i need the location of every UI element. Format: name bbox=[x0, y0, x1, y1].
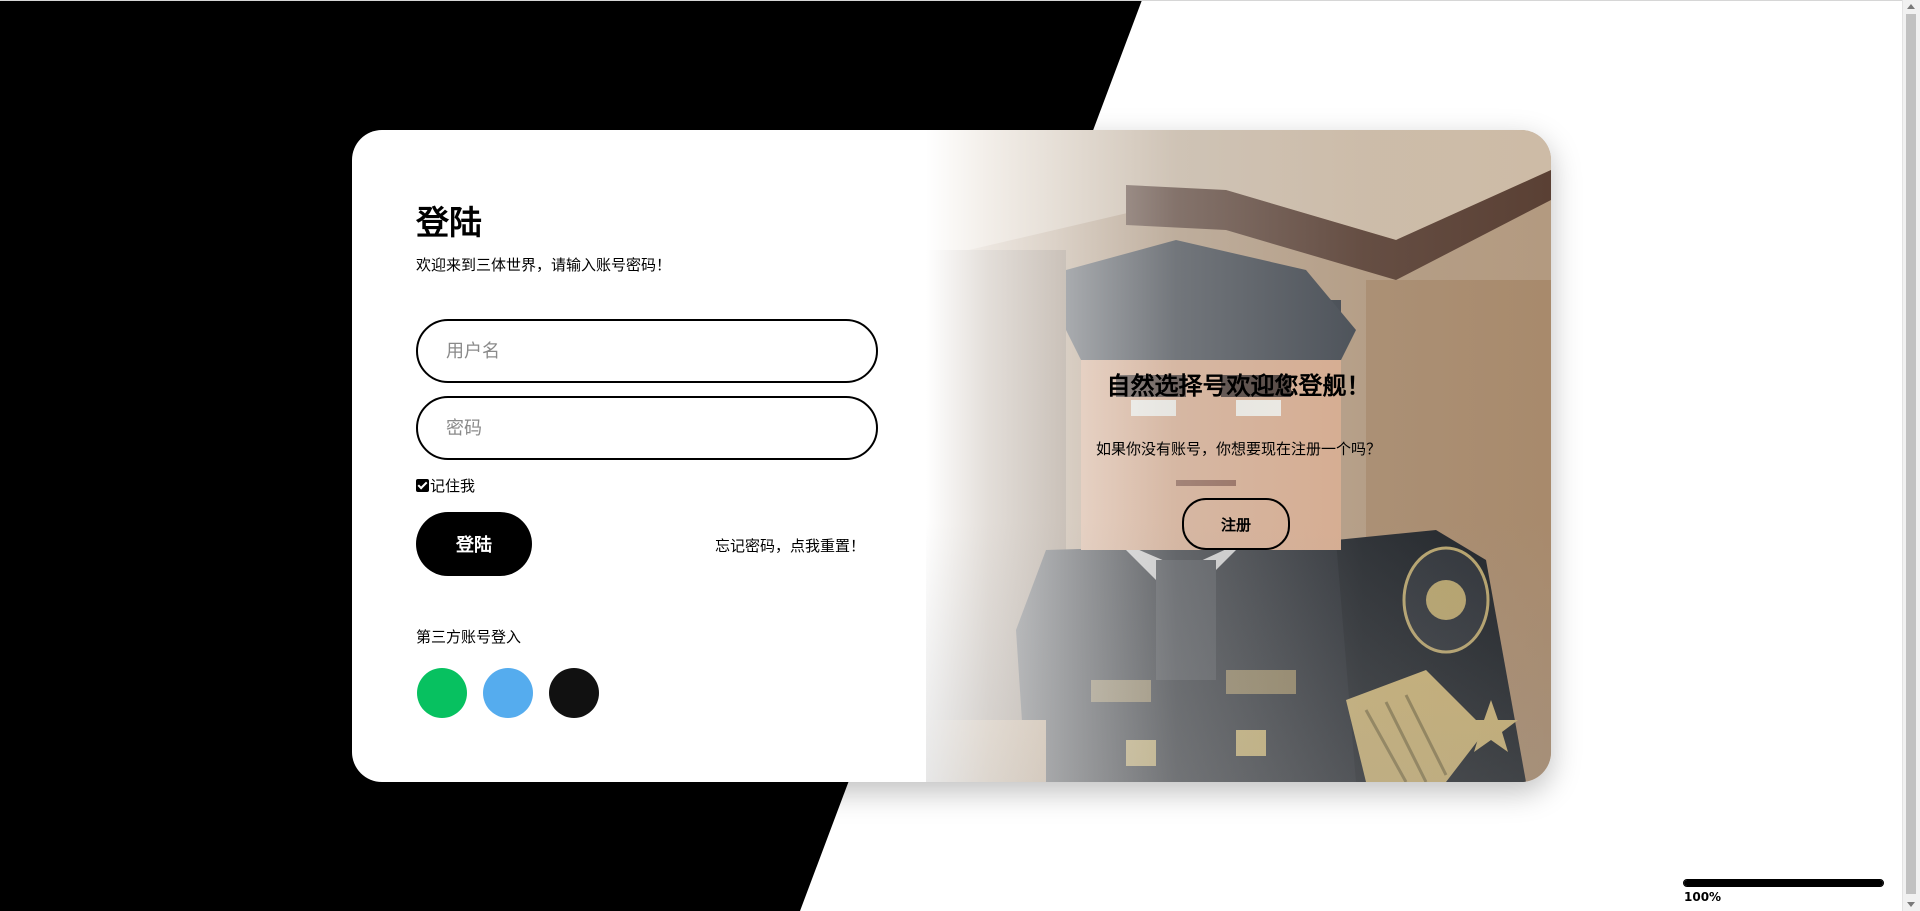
remember-checkbox[interactable] bbox=[416, 479, 429, 492]
promo-question: 如果你没有账号，你想要现在注册一个吗？ bbox=[1095, 440, 1381, 458]
loading-progress-bar bbox=[1683, 879, 1884, 887]
qq-icon[interactable] bbox=[483, 668, 533, 718]
password-field[interactable] bbox=[416, 396, 878, 460]
scroll-thumb[interactable] bbox=[1906, 14, 1916, 894]
scroll-down-icon[interactable] bbox=[1907, 902, 1915, 907]
github-icon[interactable] bbox=[549, 668, 599, 718]
username-input[interactable] bbox=[418, 321, 876, 381]
login-form-panel: 登陆 欢迎来到三体世界，请输入账号密码！ 记住我 登陆 忘记密码，点我重置！ 第… bbox=[352, 130, 942, 782]
top-border bbox=[0, 0, 1920, 1]
wechat-icon[interactable] bbox=[417, 668, 467, 718]
login-title: 登陆 bbox=[416, 203, 482, 242]
loading-progress-fill bbox=[1684, 880, 1883, 886]
loading-progress-label: 100% bbox=[1684, 890, 1722, 904]
promo-panel: 自然选择号欢迎您登舰！ 如果你没有账号，你想要现在注册一个吗？ 注册 bbox=[926, 130, 1551, 782]
vertical-scrollbar[interactable] bbox=[1902, 0, 1920, 911]
promo-welcome: 自然选择号欢迎您登舰！ bbox=[1106, 372, 1371, 400]
login-subtitle: 欢迎来到三体世界，请输入账号密码！ bbox=[416, 256, 672, 274]
login-button[interactable]: 登陆 bbox=[416, 512, 532, 576]
third-party-label: 第三方账号登入 bbox=[416, 628, 522, 646]
forgot-password-link[interactable]: 忘记密码，点我重置！ bbox=[715, 535, 865, 556]
login-card: 登陆 欢迎来到三体世界，请输入账号密码！ 记住我 登陆 忘记密码，点我重置！ 第… bbox=[352, 130, 1551, 782]
page: 登陆 欢迎来到三体世界，请输入账号密码！ 记住我 登陆 忘记密码，点我重置！ 第… bbox=[0, 0, 1920, 911]
remember-label: 记住我 bbox=[430, 477, 476, 495]
remember-me[interactable]: 记住我 bbox=[416, 475, 475, 496]
password-input[interactable] bbox=[418, 398, 876, 458]
scroll-up-icon[interactable] bbox=[1907, 4, 1915, 9]
username-field[interactable] bbox=[416, 319, 878, 383]
register-button[interactable]: 注册 bbox=[1182, 498, 1290, 550]
